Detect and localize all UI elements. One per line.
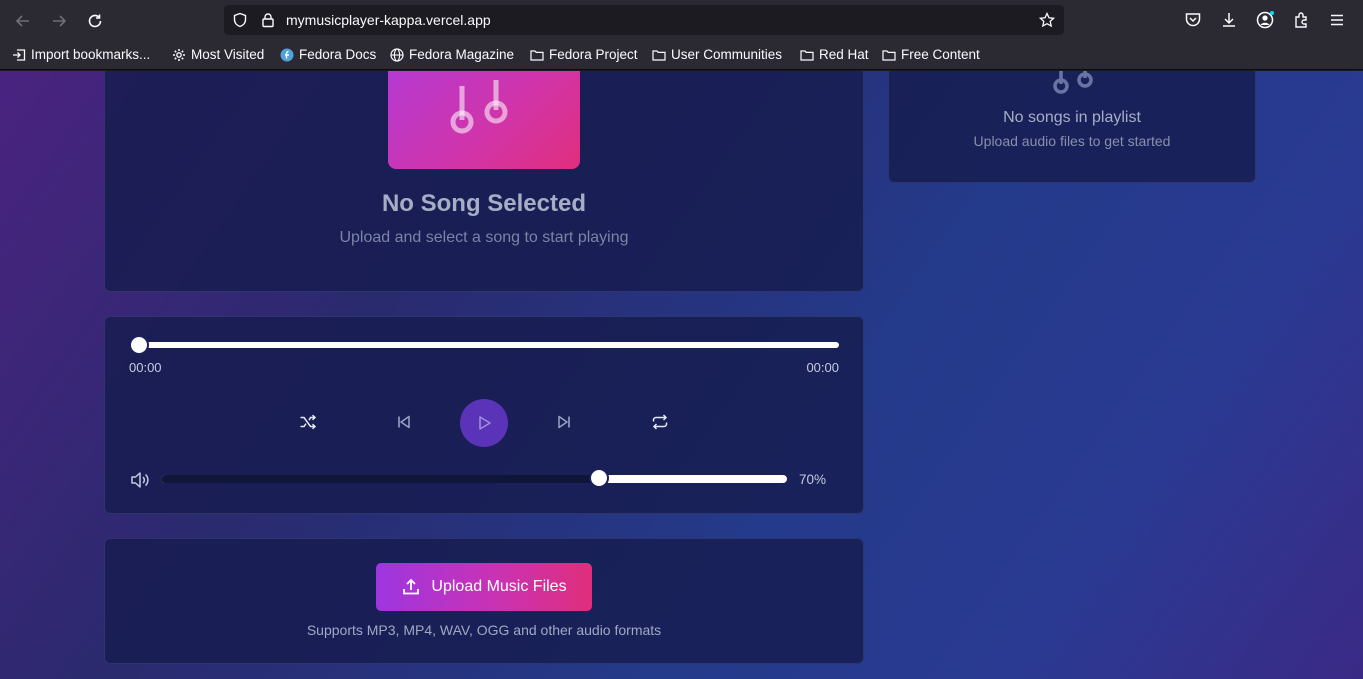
progress-slider-thumb[interactable] [129,335,149,355]
current-time: 00:00 [129,360,162,375]
bookmark-most-visited[interactable]: Most Visited [172,47,264,62]
import-icon [13,48,26,61]
volume-slider[interactable] [161,475,787,483]
forward-button[interactable] [46,8,72,34]
extensions-icon[interactable] [1292,11,1310,29]
account-icon[interactable] [1256,11,1274,29]
bookmark-fedora-project[interactable]: Fedora Project [530,47,638,62]
bookmark-free-content[interactable]: Free Content [882,47,980,62]
bookmark-fedora-magazine[interactable]: Fedora Magazine [390,47,514,62]
shuffle-icon [300,414,317,430]
browser-toolbar: mymusicplayer-kappa.vercel.app [0,0,1363,41]
repeat-icon [652,414,668,430]
volume-icon[interactable] [129,469,151,491]
folder-icon [800,49,814,61]
playlist-empty-subtitle: Upload audio files to get started [973,133,1171,149]
volume-slider-thumb[interactable] [589,468,610,488]
volume-slider-fill [161,475,600,483]
fedora-icon [280,48,294,61]
music-player-page: No Song Selected Upload and select a son… [0,71,1363,679]
volume-percent: 70% [799,472,827,487]
folder-icon [530,49,544,61]
previous-button[interactable] [391,409,417,435]
globe-icon [390,47,404,62]
back-arrow-icon [15,15,29,27]
folder-icon [652,49,666,61]
playlist-empty-title: No songs in playlist [1003,109,1141,126]
now-playing-card: No Song Selected Upload and select a son… [104,71,864,292]
song-subtitle: Upload and select a song to start playin… [339,229,629,246]
next-button[interactable] [551,409,577,435]
music-note-icon [1053,71,1093,94]
forward-arrow-icon [53,15,67,27]
bookmark-import[interactable]: Import bookmarks... [12,47,150,62]
song-title: No Song Selected [381,190,587,217]
star-icon[interactable] [1039,12,1055,28]
play-icon [479,416,491,430]
reload-button[interactable] [82,8,108,34]
play-button[interactable] [460,399,508,447]
album-art [388,71,580,169]
download-icon[interactable] [1220,11,1238,29]
upload-card: Upload Music Files Supports MP3, MP4, WA… [104,538,864,664]
repeat-button[interactable] [647,409,673,435]
folder-icon [882,49,896,61]
playlist-card: No songs in playlist Upload audio files … [888,71,1256,183]
upload-button-label: Upload Music Files [431,578,567,595]
upload-icon [403,578,420,595]
bookmark-user-communities[interactable]: User Communities [652,47,782,62]
shuffle-button[interactable] [295,409,321,435]
reload-icon [88,14,102,28]
back-button[interactable] [10,8,36,34]
bookmarks-bar: Import bookmarks... Most Visited Fedora … [0,41,1363,70]
bookmark-red-hat[interactable]: Red Hat [800,47,869,62]
hamburger-menu-icon[interactable] [1328,11,1346,29]
player-controls-card: 00:00 00:00 70% [104,316,864,514]
upload-hint: Supports MP3, MP4, WAV, OGG and other au… [306,622,662,638]
url-text[interactable]: mymusicplayer-kappa.vercel.app [286,12,491,28]
pocket-icon[interactable] [1184,11,1202,29]
url-bar[interactable]: mymusicplayer-kappa.vercel.app [224,5,1064,35]
lock-icon[interactable] [260,12,276,28]
bookmark-fedora-docs[interactable]: Fedora Docs [280,47,376,62]
shield-icon[interactable] [232,12,248,28]
skip-forward-icon [558,415,570,429]
music-note-icon [450,80,508,134]
progress-slider[interactable] [139,342,839,348]
gear-icon [173,48,185,61]
duration-time: 00:00 [806,360,839,375]
skip-back-icon [398,415,410,429]
upload-music-button[interactable]: Upload Music Files [376,563,592,611]
